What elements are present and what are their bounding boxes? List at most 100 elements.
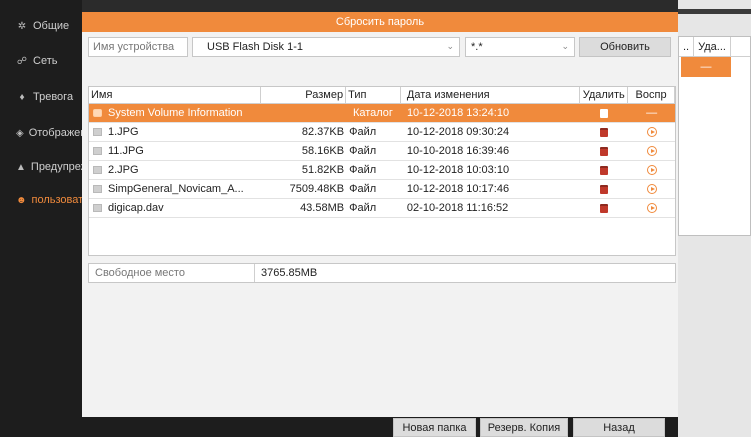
file-name: 11.JPG (108, 145, 144, 157)
warning-icon: ▲ (16, 161, 26, 173)
free-space-row: Свободное место 3765.85MB (88, 263, 676, 283)
file-type: Файл (349, 145, 377, 157)
file-name: System Volume Information (108, 107, 243, 119)
sidebar-item[interactable]: ▲ Предупреждение (0, 149, 82, 185)
trash-icon[interactable] (600, 108, 609, 118)
delete-cell (580, 108, 628, 118)
delete-cell (580, 127, 628, 137)
sidebar-item[interactable]: ☍ Сеть (0, 43, 82, 79)
sidebar-item-label: Общие (33, 20, 70, 32)
trash-icon[interactable] (600, 146, 609, 156)
file-name-cell: digicap.dav (89, 202, 261, 214)
chevron-down-icon: ⌄ (446, 41, 454, 51)
file-date: 10-12-2018 10:17:46 (406, 183, 510, 195)
sidebar-item-label: Тревога (33, 91, 74, 103)
play-cell (628, 146, 675, 156)
column-header-name[interactable]: Имя (89, 87, 262, 104)
file-table-header: Имя Размер Тип Дата изменения Удалить Во… (89, 87, 675, 104)
file-filter-value: *.* (471, 41, 483, 53)
file-name-cell: SimpGeneral_Novicam_A... (89, 183, 261, 195)
file-type: Файл (349, 164, 377, 176)
gear-icon: ✲ (17, 20, 27, 32)
trash-icon[interactable] (600, 184, 609, 194)
sidebar-item[interactable]: ◈ Отображение (0, 115, 82, 151)
column-header-size[interactable]: Размер (261, 87, 347, 104)
file-icon (93, 185, 102, 193)
device-select[interactable]: USB Flash Disk 1-1 ⌄ (192, 37, 460, 57)
background-panel: .. Уда... — (678, 0, 751, 437)
file-icon (93, 128, 102, 136)
file-row[interactable]: 11.JPG 58.16KB Файл 10-10-2018 16:39:46 (89, 142, 675, 161)
sidebar-item-label: Предупреждение (30, 161, 82, 173)
back-button[interactable]: Назад (573, 418, 665, 437)
file-name: 2.JPG (108, 164, 139, 176)
file-row[interactable]: System Volume Information Каталог 10-12-20… (89, 104, 675, 123)
file-date: 10-10-2018 16:39:46 (406, 145, 510, 157)
file-type: Файл (349, 126, 377, 138)
file-row[interactable]: digicap.dav 43.58MB Файл 02-10-2018 11:16:5… (89, 199, 675, 218)
device-row: Имя устройства USB Flash Disk 1-1 ⌄ *.* … (88, 37, 678, 57)
file-icon (93, 204, 102, 212)
play-icon[interactable] (646, 146, 657, 156)
trash-icon[interactable] (600, 165, 609, 175)
play-cell (628, 165, 675, 175)
bottom-button-bar: Новая папка Резерв. Копия Назад (82, 417, 678, 437)
delete-cell (580, 165, 628, 175)
column-header-type[interactable]: Тип (346, 87, 401, 104)
display-icon: ◈ (16, 127, 24, 139)
file-row[interactable]: 1.JPG 82.37KB Файл 10-12-2018 09:30:24 (89, 123, 675, 142)
background-topbar (678, 9, 751, 14)
sidebar-item[interactable]: ☻ пользователь (0, 182, 82, 218)
file-name-cell: 11.JPG (89, 145, 261, 157)
trash-icon[interactable] (600, 203, 609, 213)
file-name-cell: 1.JPG (89, 126, 261, 138)
user-icon: ☻ (16, 194, 27, 206)
delete-cell (580, 146, 628, 156)
file-date: 02-10-2018 11:16:52 (406, 202, 509, 214)
file-list: System Volume Information Каталог 10-12-20… (89, 104, 675, 218)
file-icon (93, 147, 102, 155)
file-size: 7509.48KB (289, 183, 345, 195)
backup-button[interactable]: Резерв. Копия (480, 418, 568, 437)
play-cell (628, 203, 675, 213)
background-selected-row[interactable]: — (681, 57, 731, 77)
file-type: Файл (349, 183, 377, 195)
column-header-delete[interactable]: Удалить (580, 87, 629, 104)
sidebar-item[interactable]: ♦ Тревога (0, 79, 82, 115)
column-header-date[interactable]: Дата изменения (401, 87, 581, 104)
play-cell (628, 184, 675, 194)
file-size: 51.82KB (301, 164, 345, 176)
sidebar: ✲ Общие ☍ Сеть ♦ Тревога ◈ Отображение ▲ Предупре… (0, 0, 82, 437)
file-type: Файл (349, 202, 377, 214)
file-row[interactable]: 2.JPG 51.82KB Файл 10-12-2018 10:03:10 (89, 161, 675, 180)
play-icon[interactable] (646, 184, 657, 194)
sidebar-item-label: пользователь (31, 194, 82, 206)
alarm-icon: ♦ (19, 91, 25, 103)
trash-icon[interactable] (600, 127, 609, 137)
background-table: .. Уда... — (678, 36, 751, 236)
folder-icon (93, 109, 102, 117)
device-name-label: Имя устройства (88, 37, 188, 57)
background-table-header: .. Уда... (679, 37, 750, 57)
new-folder-button[interactable]: Новая папка (393, 418, 476, 437)
file-date: 10-12-2018 09:30:24 (406, 126, 510, 138)
file-name: SimpGeneral_Novicam_A... (108, 183, 244, 195)
file-row[interactable]: SimpGeneral_Novicam_A... 7509.48KB Файл 10-… (89, 180, 675, 199)
file-name: digicap.dav (108, 202, 164, 214)
refresh-button[interactable]: Обновить (579, 37, 671, 57)
file-name-cell: 2.JPG (89, 164, 261, 176)
play-icon[interactable] (646, 127, 657, 137)
sidebar-item[interactable]: ✲ Общие (0, 8, 82, 44)
play-icon[interactable] (646, 165, 657, 175)
top-strip (82, 0, 678, 12)
file-size: 43.58MB (300, 202, 345, 214)
file-filter-select[interactable]: *.* ⌄ (465, 37, 575, 57)
device-select-value: USB Flash Disk 1-1 (207, 41, 303, 53)
play-icon[interactable] (646, 203, 657, 213)
sidebar-item-label: Отображение (28, 127, 82, 139)
chevron-down-icon: ⌄ (561, 41, 569, 51)
delete-cell (580, 184, 628, 194)
delete-cell (580, 203, 628, 213)
column-header-play[interactable]: Воспр (628, 87, 675, 104)
file-date: 10-12-2018 13:24:10 (406, 107, 510, 119)
